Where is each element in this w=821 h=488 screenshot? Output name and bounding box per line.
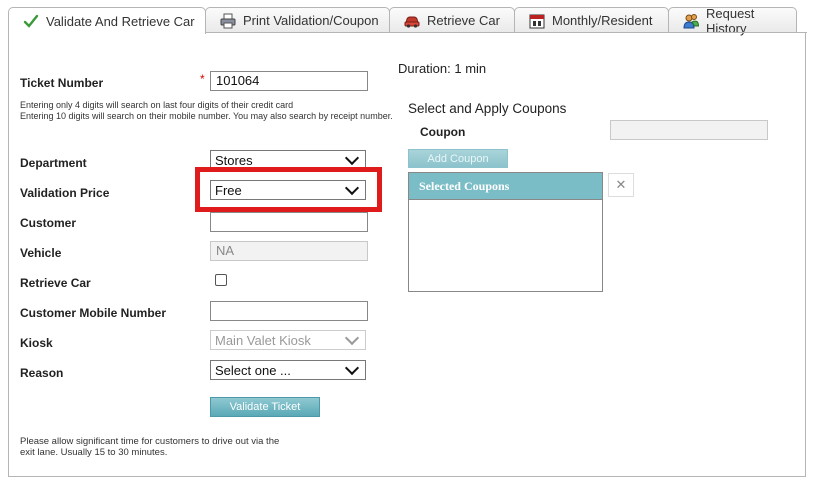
tab-monthly-resident[interactable]: Monthly/Resident bbox=[514, 7, 669, 33]
selected-coupons-box: Selected Coupons bbox=[408, 172, 603, 292]
calendar-icon bbox=[529, 13, 545, 29]
vehicle-input[interactable]: NA bbox=[210, 241, 368, 261]
vehicle-label: Vehicle bbox=[20, 246, 62, 260]
customer-mobile-label: Customer Mobile Number bbox=[20, 306, 167, 320]
reason-select[interactable]: Select one ... bbox=[210, 360, 366, 380]
retrieve-car-label: Retrieve Car bbox=[20, 276, 91, 290]
validate-ticket-button[interactable]: Validate Ticket bbox=[210, 397, 320, 417]
retrieve-car-checkbox[interactable] bbox=[215, 274, 227, 286]
tab-label: Print Validation/Coupon bbox=[243, 13, 379, 28]
coupon-label: Coupon bbox=[420, 125, 466, 139]
kiosk-value: Main Valet Kiosk bbox=[215, 332, 311, 348]
tab-label: Request History bbox=[706, 5, 755, 36]
coupons-heading: Select and Apply Coupons bbox=[408, 101, 567, 116]
ticket-number-input[interactable]: 101064 bbox=[210, 71, 368, 91]
coupon-input[interactable] bbox=[610, 120, 768, 140]
customer-mobile-input[interactable] bbox=[210, 301, 368, 321]
printer-icon bbox=[220, 13, 236, 29]
tab-label: Validate And Retrieve Car bbox=[46, 13, 195, 29]
validation-price-label: Validation Price bbox=[20, 186, 110, 200]
customer-label: Customer bbox=[20, 216, 77, 230]
selected-coupons-header: Selected Coupons bbox=[409, 173, 602, 200]
add-coupon-button[interactable]: Add Coupon bbox=[408, 149, 508, 168]
customer-input[interactable] bbox=[210, 212, 368, 232]
ticket-number-label: Ticket Number bbox=[20, 76, 104, 90]
ticket-help-line-2: Entering 10 digits will search on their … bbox=[20, 111, 393, 121]
tab-print-validation-coupon[interactable]: Print Validation/Coupon bbox=[205, 7, 390, 33]
chevron-down-icon bbox=[344, 360, 360, 376]
department-value: Stores bbox=[215, 152, 253, 168]
tab-retrieve-car[interactable]: Retrieve Car bbox=[389, 7, 515, 33]
tab-label: Retrieve Car bbox=[427, 13, 500, 28]
checkmark-icon bbox=[23, 13, 39, 29]
kiosk-label: Kiosk bbox=[20, 336, 53, 350]
kiosk-select[interactable]: Main Valet Kiosk bbox=[210, 330, 366, 350]
remove-coupon-icon[interactable]: ✕ bbox=[608, 173, 634, 197]
users-icon bbox=[683, 13, 700, 29]
tab-label: Monthly/Resident bbox=[552, 13, 653, 28]
tab-request-history[interactable]: Request History bbox=[668, 5, 797, 36]
exit-time-note: Please allow significant time for custom… bbox=[20, 436, 280, 458]
required-marker: * bbox=[200, 72, 205, 86]
car-icon bbox=[404, 13, 420, 29]
reason-value: Select one ... bbox=[215, 362, 291, 378]
ticket-help-line-1: Entering only 4 digits will search on la… bbox=[20, 100, 294, 110]
chevron-down-icon bbox=[344, 330, 360, 346]
highlight-box bbox=[195, 167, 382, 212]
reason-label: Reason bbox=[20, 366, 64, 380]
tab-validate-and-retrieve-car[interactable]: Validate And Retrieve Car bbox=[8, 7, 206, 34]
content-panel bbox=[8, 32, 806, 477]
chevron-down-icon bbox=[344, 150, 360, 166]
duration-text: Duration: 1 min bbox=[398, 61, 487, 76]
ticket-help-text: Entering only 4 digits will search on la… bbox=[20, 100, 400, 122]
department-label: Department bbox=[20, 156, 87, 170]
